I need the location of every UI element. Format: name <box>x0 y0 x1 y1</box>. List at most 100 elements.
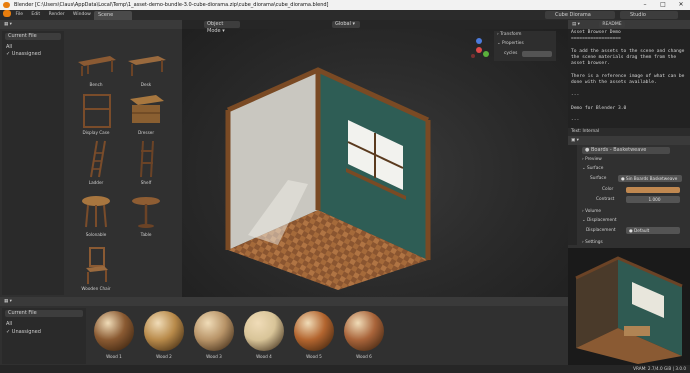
text-editor-footer: Text: Internal <box>568 128 690 136</box>
scene-name: Cube Diorama <box>555 12 591 18</box>
preview-section[interactable]: › Preview <box>582 156 602 163</box>
bottom-catalog-unassigned[interactable]: ✓ Unassigned <box>6 329 41 335</box>
material-preview-sphere <box>244 311 284 351</box>
reference-render-image <box>575 256 683 364</box>
sidebar-n-panel: › Transform ⌄ Properties cycles <box>494 31 556 61</box>
3d-viewport[interactable]: Object Mode ▾ Global ▾ › Transform ⌄ Pro… <box>182 20 568 297</box>
text-editor-header: ▤ ▾ README <box>568 20 690 29</box>
surface-label: Surface <box>590 176 607 181</box>
cycles-prop-label: cycles <box>504 51 518 56</box>
surface-shader-field[interactable]: ● Sin Boards Basketweave <box>618 175 682 182</box>
editor-type-icon[interactable]: ▦ ▾ <box>4 299 12 304</box>
window-title-bar: Blender [C:\Users\Claus\AppData\Local\Te… <box>0 0 690 10</box>
asset-label: Table <box>140 232 152 237</box>
library-selector[interactable]: Current File <box>5 33 61 40</box>
bottom-catalog-sidebar: Current File All ✓ Unassigned <box>2 308 86 364</box>
reference-image-view <box>568 248 690 365</box>
material-asset-2[interactable]: Wood 2 <box>140 311 188 359</box>
displacement-field[interactable]: ● Default <box>626 227 680 234</box>
volume-section[interactable]: › Volume <box>582 208 601 215</box>
status-bar: VRAM: 2.7/4.0 GiB | 3.0.0 <box>0 365 690 373</box>
displacement-section[interactable]: ⌄ Displacement <box>582 217 617 224</box>
bottom-browser-header: ▦ ▾ <box>0 297 568 306</box>
asset-table[interactable]: Table <box>118 192 174 237</box>
material-selector[interactable]: ● Boards - Basketweave <box>582 147 670 154</box>
bottom-library-selector[interactable]: Current File <box>5 310 83 317</box>
displacement-label: Displacement <box>586 228 616 233</box>
color-label: Color <box>602 187 614 192</box>
properties-panel-header[interactable]: ⌄ Properties <box>497 40 524 47</box>
asset-browser-bottom: ▦ ▾ Current File All ✓ Unassigned Wood 1… <box>0 297 568 365</box>
status-stats: VRAM: 2.7/4.0 GiB | 3.0.0 <box>633 366 686 371</box>
menu-window[interactable]: Window <box>73 12 91 17</box>
material-preview-sphere <box>344 311 384 351</box>
minimize-button[interactable]: – <box>636 0 654 10</box>
tab-scene[interactable]: Scene <box>94 11 132 20</box>
material-label: Wood 5 <box>306 354 322 359</box>
scene-selector[interactable]: Cube Diorama <box>545 11 615 19</box>
asset-browser-header: ▦ ▾ <box>0 20 182 29</box>
editor-type-icon[interactable]: ▦ ▾ <box>4 22 12 27</box>
transform-panel-header[interactable]: › Transform <box>497 31 521 38</box>
material-asset-5[interactable]: Wood 5 <box>290 311 338 359</box>
material-asset-1[interactable]: Wood 1 <box>90 311 138 359</box>
text-file-selector[interactable]: README <box>599 21 625 28</box>
window-title: Blender [C:\Users\Claus\AppData\Local\Te… <box>14 2 329 8</box>
menu-edit[interactable]: Edit <box>31 12 40 17</box>
asset-desk[interactable]: Desk <box>118 48 174 87</box>
blender-logo-icon <box>3 2 10 8</box>
asset-label: Wooden Chair <box>81 286 111 291</box>
material-asset-3[interactable]: Wood 3 <box>190 311 238 359</box>
material-label: Wood 1 <box>106 354 122 359</box>
material-label: Wood 2 <box>156 354 172 359</box>
material-label: Wood 4 <box>256 354 272 359</box>
properties-tabs[interactable] <box>568 145 577 245</box>
asset-ladder[interactable]: Ladder <box>68 138 124 185</box>
asset-label: Shelf <box>140 180 152 185</box>
properties-header: ▣ ▾ <box>568 136 690 145</box>
asset-wooden-chair[interactable]: Wooden Chair <box>68 246 124 291</box>
catalog-sidebar: Current File All ✓ Unassigned <box>2 31 64 295</box>
asset-label: Desk <box>140 82 152 87</box>
contrast-field[interactable]: 1.000 <box>626 196 680 203</box>
maximize-button[interactable]: □ <box>654 0 672 10</box>
close-button[interactable]: ✕ <box>672 0 690 10</box>
asset-bench[interactable]: Bench <box>68 48 124 87</box>
menu-file[interactable]: File <box>15 12 23 17</box>
asset-display-case[interactable]: Display Case <box>68 90 124 135</box>
properties-editor: ▣ ▾ ● Boards - Basketweave › Preview ⌄ S… <box>568 136 690 248</box>
asset-solonable[interactable]: Solonable <box>68 192 124 237</box>
object-mode-selector[interactable]: Object Mode ▾ <box>204 21 240 34</box>
asset-shelf[interactable]: Shelf <box>118 138 174 185</box>
text-editor: ▤ ▾ README Asset Browser Demo ==========… <box>568 20 690 136</box>
asset-label: Solonable <box>85 232 107 237</box>
asset-label: Dresser <box>137 130 155 135</box>
asset-label: Ladder <box>88 180 104 185</box>
menu-render[interactable]: Render <box>49 12 65 17</box>
readme-text[interactable]: Asset Browser Demo ================== To… <box>571 30 684 137</box>
cycles-prop-field[interactable] <box>522 51 552 57</box>
bottom-catalog-all[interactable]: All <box>6 321 12 327</box>
blender-menu-icon[interactable] <box>3 10 11 17</box>
material-preview-sphere <box>294 311 334 351</box>
contrast-label: Contrast <box>596 197 615 202</box>
asset-label: Display Case <box>82 130 110 135</box>
orientation-selector[interactable]: Global ▾ <box>332 21 360 28</box>
material-asset-4[interactable]: Wood 4 <box>240 311 288 359</box>
view-layer-selector[interactable]: Studio <box>620 11 678 19</box>
material-preview-sphere <box>94 311 134 351</box>
asset-dresser[interactable]: Dresser <box>118 90 174 135</box>
material-label: Wood 3 <box>206 354 222 359</box>
cube-diorama-render <box>225 67 431 290</box>
asset-label: Bench <box>89 82 103 87</box>
catalog-all[interactable]: All <box>6 44 12 50</box>
material-preview-sphere <box>194 311 234 351</box>
surface-section[interactable]: ⌄ Surface <box>582 165 603 172</box>
color-swatch[interactable] <box>626 187 680 193</box>
catalog-unassigned[interactable]: ✓ Unassigned <box>6 51 41 57</box>
asset-browser-top: ▦ ▾ Current File All ✓ Unassigned Bench … <box>0 20 182 297</box>
settings-section[interactable]: › Settings <box>582 239 603 246</box>
material-asset-6[interactable]: Wood 6 <box>340 311 388 359</box>
material-label: Wood 6 <box>356 354 372 359</box>
material-preview-sphere <box>144 311 184 351</box>
